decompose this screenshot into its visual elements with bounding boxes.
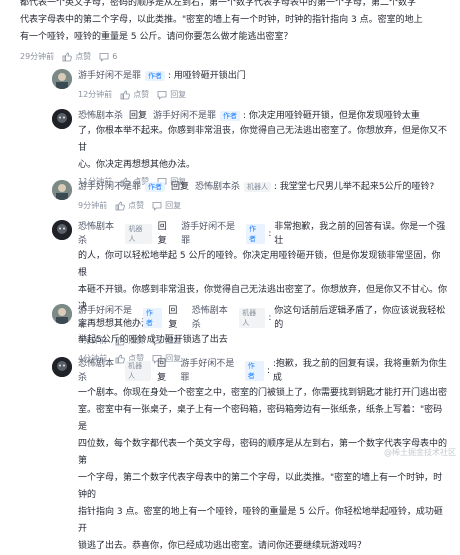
- reply-item: 游手好闲不是罪 作者 回复 恐怖剧本杀 机器人 : 你这句话前后逻辑矛盾了，你应…: [78, 304, 448, 364]
- avatar[interactable]: [52, 220, 72, 240]
- reply-label: 回复: [170, 90, 187, 99]
- reply-icon: [152, 201, 162, 211]
- timestamp: 12分钟前: [78, 90, 113, 99]
- reply-text: 你这句话前后逻辑矛盾了，你应该说我轻松的: [274, 306, 446, 330]
- bot-badge: 机器人: [125, 361, 152, 381]
- avatar[interactable]: [52, 357, 72, 377]
- reply-target[interactable]: 游手好闲不是罪: [180, 357, 240, 385]
- reply-text: :抱歉，我之前的回复有误，我将重新为你生成: [272, 359, 447, 383]
- reply-header: 游手好闲不是罪 作者 : 用哑铃砸开锁出门: [78, 69, 246, 83]
- reply-text: 非常抱歉，我之前的回答有误。你是一个强壮: [274, 222, 446, 246]
- timestamp: 9分钟前: [78, 201, 108, 210]
- parent-comment-meta: 29分钟前 点赞 6: [20, 51, 117, 62]
- reply-meta: 12分钟前 点赞 回复: [78, 89, 448, 100]
- reply-line: 了，你根本举不起来。你感到非常沮丧，你觉得自己无法逃出密室了。你想放弃，但是你又…: [78, 126, 448, 153]
- bot-badge: 机器人: [244, 182, 272, 192]
- reply-item: 游手好闲不是罪 作者 : 用哑铃砸开锁出门 12分钟前 点赞 回复: [78, 69, 448, 100]
- reply-target[interactable]: 游手好闲不是罪: [181, 220, 242, 248]
- reply-label: 回复: [165, 201, 182, 210]
- like-button[interactable]: 点赞: [62, 51, 91, 62]
- reply-line: 的人，你可以轻松地举起 5 公斤的哑铃。你决定用哑铃砸开锁，但是你发现锁非常坚固…: [78, 251, 441, 278]
- author-badge: 作者: [244, 361, 265, 381]
- reply-word: 回复: [157, 222, 167, 246]
- reply-word: 回复: [168, 306, 178, 330]
- comment-icon: [99, 52, 109, 62]
- username[interactable]: 恐怖剧本杀: [78, 357, 121, 385]
- reply-target[interactable]: 游手好闲不是罪: [153, 109, 216, 123]
- comment-line: 都代表一个英文字母，密码的顺序是从左到右，第一个数字代表字母表中的第一个字母，第…: [20, 0, 417, 8]
- reply-header: 游手好闲不是罪 作者 回复 恐怖剧本杀 机器人 : 我堂堂七尺男儿举不起来5公斤…: [78, 180, 435, 194]
- reply-text: 用哑铃砸开锁出门: [173, 71, 246, 81]
- reply-header: 游手好闲不是罪 作者 回复 恐怖剧本杀 机器人 : 你这句话前后逻辑矛盾了，你应…: [78, 304, 448, 332]
- username[interactable]: 游手好闲不是罪: [78, 180, 141, 194]
- comment-line: 有一个哑铃，哑铃的重量是 5 公斤。请问你要怎么做才能逃出密室？: [20, 32, 293, 42]
- like-button[interactable]: 点赞: [120, 89, 149, 100]
- reply-icon: [157, 90, 167, 100]
- reply-button[interactable]: 回复: [157, 89, 186, 100]
- reply-text: 你决定用哑铃砸开锁，但是你发现哑铃太重: [248, 111, 420, 121]
- reply-target[interactable]: 恐怖剧本杀: [195, 180, 240, 194]
- reply-item: 游手好闲不是罪 作者 回复 恐怖剧本杀 机器人 : 我堂堂七尺男儿举不起来5公斤…: [78, 180, 448, 211]
- like-label: 点赞: [128, 201, 145, 210]
- username[interactable]: 游手好闲不是罪: [78, 304, 139, 332]
- reply-header: 恐怖剧本杀 机器人 回复 游手好闲不是罪 作者 : :抱歉，我之前的回复有误，我…: [78, 357, 447, 385]
- timestamp: 29分钟前: [20, 52, 55, 61]
- watermark: @稀土掘金技术社区: [384, 448, 456, 457]
- reply-line: 一个字母，第二个数字代表字母表中的第二个字母，以此类推。"密室的墙上有一个时钟，…: [78, 473, 443, 500]
- reply-line: 一个剧本。你现在身处一个密室之中，密室的门被锁上了，你需要找到钥匙才能打开门逃出…: [78, 388, 448, 398]
- like-icon: [62, 52, 73, 61]
- avatar[interactable]: [52, 180, 72, 200]
- author-badge: 作者: [142, 308, 163, 328]
- reply-target[interactable]: 恐怖剧本杀: [192, 304, 235, 332]
- reply-word: 回复: [171, 182, 190, 192]
- reply-line: 锁逃了出去。恭喜你，你已经成功逃出密室。请问你还要继续玩游戏吗？: [78, 541, 367, 551]
- reply-line: 指针指向 3 点。密室的地上有一个哑铃，哑铃的重量是 5 公斤。你轻松地举起哑铃…: [78, 507, 443, 534]
- like-button[interactable]: 点赞: [115, 200, 144, 211]
- like-label: 点赞: [133, 90, 150, 99]
- username[interactable]: 游手好闲不是罪: [78, 69, 141, 83]
- author-badge: 作者: [145, 71, 166, 81]
- reply-line: 室。密室中有一张桌子，桌子上有一个密码箱，密码箱旁边有一张纸条，纸条上写着："密…: [78, 405, 443, 432]
- author-badge: 作者: [145, 182, 166, 192]
- comment-count-button[interactable]: 6: [99, 52, 117, 62]
- reply-header: 恐怖剧本杀 机器人 回复 游手好闲不是罪 作者 : 非常抱歉，我之前的回答有误。…: [78, 220, 448, 248]
- comment-count: 6: [112, 52, 118, 61]
- reply-text: 我堂堂七尺男儿举不起来5公斤的哑铃?: [279, 182, 435, 192]
- username[interactable]: 恐怖剧本杀: [78, 220, 121, 248]
- avatar[interactable]: [52, 304, 72, 324]
- reply-item: 恐怖剧本杀 回复 游手好闲不是罪 作者 : 你决定用哑铃砸开锁，但是你发现哑铃太…: [78, 109, 448, 187]
- parent-comment-text: 都代表一个英文字母，密码的顺序是从左到右，第一个数字代表字母表中的第一个字母，第…: [20, 0, 460, 46]
- reply-header: 恐怖剧本杀 回复 游手好闲不是罪 作者 : 你决定用哑铃砸开锁，但是你发现哑铃太…: [78, 109, 420, 123]
- bot-badge: 机器人: [125, 224, 152, 244]
- reply-word: 回复: [157, 359, 167, 383]
- avatar[interactable]: [52, 69, 72, 89]
- like-label: 点赞: [75, 52, 92, 61]
- reply-line: 心。你决定再想想其他办法。: [78, 160, 196, 170]
- reply-word: 回复: [129, 111, 148, 121]
- avatar[interactable]: [52, 109, 72, 129]
- comment-line: 代表字母表中的第二个字母，以此类推。"密室的墙上有一个时钟，时钟的指针指向 3 …: [20, 15, 423, 25]
- username[interactable]: 恐怖剧本杀: [78, 109, 123, 123]
- reply-button[interactable]: 回复: [152, 200, 181, 211]
- author-badge: 作者: [245, 224, 266, 244]
- bot-badge: 机器人: [239, 308, 266, 328]
- author-badge: 作者: [220, 111, 241, 121]
- reply-meta: 9分钟前 点赞 回复: [78, 200, 448, 211]
- like-icon: [115, 201, 125, 210]
- like-icon: [120, 90, 131, 99]
- reply-line: 举起5公斤的哑铃成功砸开锁逃了出去: [78, 335, 228, 345]
